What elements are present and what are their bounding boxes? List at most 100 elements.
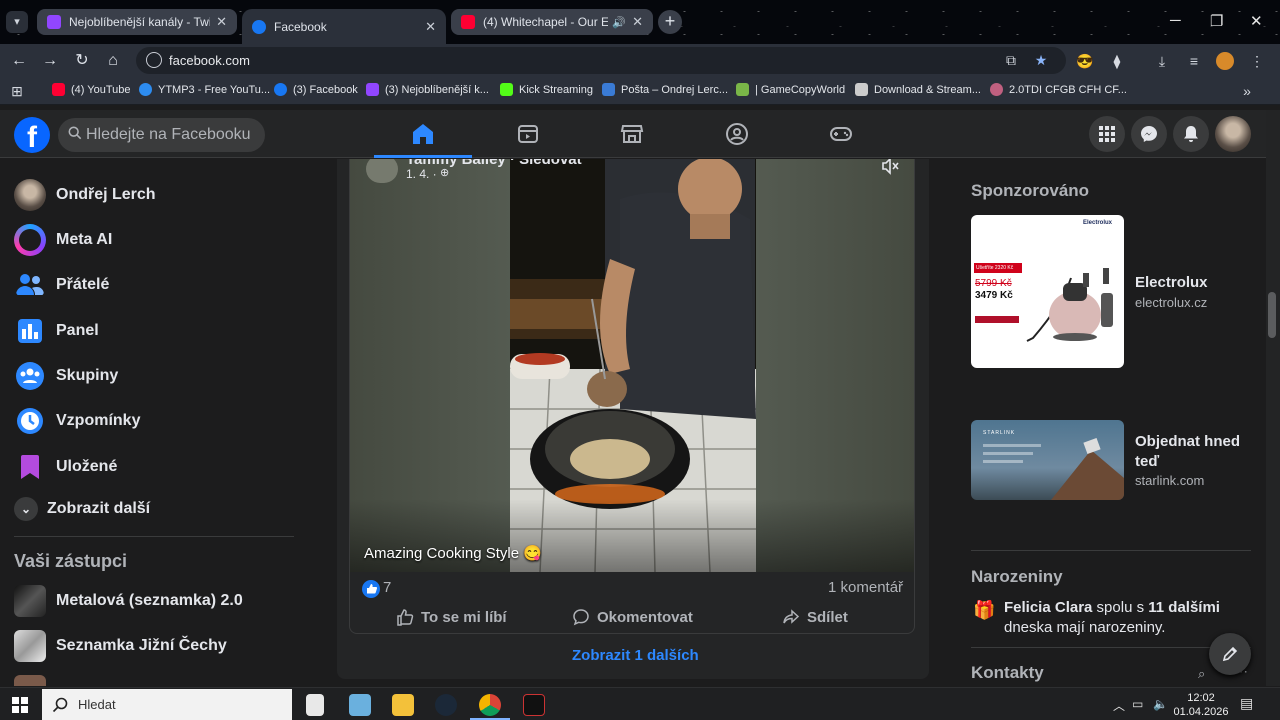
sidebar-item-meta-ai[interactable]: Meta AI: [14, 222, 112, 258]
file-explorer-icon[interactable]: [392, 694, 414, 716]
facebook-search[interactable]: [58, 118, 265, 152]
new-tab-button[interactable]: +: [658, 10, 682, 34]
account-avatar[interactable]: [1215, 116, 1251, 152]
close-icon[interactable]: ✕: [425, 19, 436, 35]
birthday-others[interactable]: 11 dalšími: [1148, 599, 1220, 616]
download-icon[interactable]: ⤓: [1153, 52, 1171, 70]
ad-title[interactable]: Objednat hned teď: [1135, 432, 1255, 472]
file-icon[interactable]: [306, 694, 324, 716]
close-icon[interactable]: ✕: [632, 14, 643, 30]
birthday-person[interactable]: Felicia Clara: [1004, 599, 1092, 616]
ad-url[interactable]: starlink.com: [1135, 473, 1204, 488]
profile-icon[interactable]: [1216, 52, 1234, 70]
bookmark-gamecopyworld[interactable]: | GameCopyWorld: [736, 83, 845, 96]
new-message-button[interactable]: [1209, 633, 1251, 675]
back-icon[interactable]: ←: [8, 50, 30, 72]
tab-facebook[interactable]: Facebook ✕: [242, 9, 446, 44]
search-icon[interactable]: ⌕: [1198, 666, 1205, 682]
chrome-icon[interactable]: [479, 694, 501, 716]
tab-twitch[interactable]: Nejoblíbenější kanály - Twitch ✕: [37, 9, 237, 35]
bookmark-download[interactable]: Download & Stream...: [855, 83, 981, 96]
mute-icon[interactable]: [880, 159, 900, 176]
windows-start-icon[interactable]: [12, 697, 28, 713]
bookmark-kick[interactable]: Kick Streaming: [500, 83, 593, 96]
extension-emoji-icon[interactable]: 😎: [1076, 52, 1094, 70]
chevron-right-icon[interactable]: »: [1238, 82, 1256, 100]
author-avatar[interactable]: [366, 159, 398, 183]
menu-icon[interactable]: ⋮: [1248, 52, 1266, 70]
media-control-icon[interactable]: ≡: [1185, 52, 1203, 70]
address-bar[interactable]: facebook.com ⧉ ★: [136, 47, 1066, 74]
sidebar-item-saved[interactable]: Uložené: [14, 449, 117, 485]
image-viewer-icon[interactable]: [349, 694, 371, 716]
sidebar-item-friends[interactable]: Přátelé: [14, 267, 109, 303]
apps-grid-icon[interactable]: ⊞: [8, 82, 26, 100]
install-app-icon[interactable]: ⧉: [1002, 51, 1020, 69]
like-button[interactable]: To se mi líbí: [396, 604, 507, 630]
ad-url[interactable]: electrolux.cz: [1135, 295, 1207, 310]
taskbar-search-input[interactable]: [78, 689, 278, 720]
home-icon[interactable]: ⌂: [102, 50, 124, 72]
shortcut-partial[interactable]: [14, 673, 56, 686]
shortcut-seznamka[interactable]: Seznamka Jižní Čechy: [14, 628, 227, 664]
url-text[interactable]: facebook.com: [169, 53, 250, 68]
window-close-icon[interactable]: ✕: [1250, 12, 1263, 30]
clock[interactable]: 12:02 01.04.2026: [1168, 691, 1234, 719]
post-timestamp[interactable]: 1. 4. ·: [406, 167, 437, 181]
page-scrollbar[interactable]: [1266, 110, 1280, 686]
nav-gaming[interactable]: [829, 122, 853, 146]
sidebar-item-panel[interactable]: Panel: [14, 313, 99, 349]
adobe-acrobat-icon[interactable]: [523, 694, 545, 716]
comment-button[interactable]: Okomentovat: [572, 604, 693, 630]
extensions-icon[interactable]: ⧫: [1108, 52, 1126, 70]
speaker-icon[interactable]: 🔊: [612, 16, 626, 29]
shortcut-metalova[interactable]: Metalová (seznamka) 2.0: [14, 583, 243, 619]
bookmark-twitch[interactable]: (3) Nejoblíbenější k...: [366, 83, 489, 96]
close-icon[interactable]: ✕: [216, 14, 227, 30]
volume-icon[interactable]: 🔈: [1153, 697, 1168, 711]
bookmark-tdi[interactable]: 2.0TDI CFGB CFH CF...: [990, 83, 1127, 96]
divider: [14, 536, 294, 537]
taskbar-search[interactable]: [42, 689, 292, 720]
sidebar-item-groups[interactable]: Skupiny: [14, 358, 118, 394]
sidebar-show-more[interactable]: ⌄ Zobrazit další: [14, 491, 150, 527]
nav-home[interactable]: [411, 122, 435, 146]
share-button[interactable]: Sdílet: [782, 604, 848, 630]
bookmark-mail[interactable]: Pošta – Ondrej Lerc...: [602, 83, 728, 96]
show-more-comments-link[interactable]: Zobrazit 1 dalších: [572, 647, 699, 664]
nav-marketplace[interactable]: [620, 122, 644, 146]
messenger-button[interactable]: [1131, 116, 1167, 152]
notifications-button[interactable]: [1173, 116, 1209, 152]
reload-icon[interactable]: ↻: [71, 50, 93, 72]
bookmark-ytmp3[interactable]: YTMP3 - Free YouTu...: [139, 83, 270, 96]
steam-icon[interactable]: [435, 694, 457, 716]
forward-icon[interactable]: →: [39, 50, 61, 72]
comment-count[interactable]: 1 komentář: [828, 579, 903, 596]
sidebar-item-profile[interactable]: Ondřej Lerch: [14, 177, 156, 213]
bookmark-label: (3) Facebook: [293, 83, 358, 96]
network-icon[interactable]: ▭: [1132, 697, 1143, 711]
sidebar-item-memories[interactable]: Vzpomínky: [14, 403, 140, 439]
tab-youtube[interactable]: (4) Whitechapel - Our Endle 🔊 ✕: [451, 9, 653, 35]
birthday-text[interactable]: Felicia Clara spolu s 11 dalšími dneska …: [1004, 598, 1244, 638]
site-info-icon[interactable]: [146, 52, 162, 68]
tray-chevron-icon[interactable]: ︿: [1113, 697, 1125, 714]
minimize-icon[interactable]: ─: [1170, 12, 1181, 29]
scrollbar-thumb[interactable]: [1268, 292, 1276, 338]
bookmark-facebook[interactable]: (3) Facebook: [274, 83, 358, 96]
bookmark-youtube[interactable]: (4) YouTube: [52, 83, 131, 96]
bookmark-star-icon[interactable]: ★: [1032, 51, 1050, 69]
nav-groups[interactable]: [725, 122, 749, 146]
ad-electrolux[interactable]: Electrolux Ušetříte 2320 Kč 5799 Kč 3479…: [971, 215, 1251, 369]
menu-grid-button[interactable]: [1089, 116, 1125, 152]
search-input[interactable]: [86, 118, 262, 152]
notification-center-icon[interactable]: ▤: [1240, 695, 1253, 712]
facebook-logo[interactable]: f: [14, 117, 50, 154]
post-video[interactable]: Tammy Bailey · Sledovat 1. 4. · ⊕ Amazin…: [350, 159, 914, 572]
tab-search-button[interactable]: ▾: [6, 11, 28, 33]
reaction-count[interactable]: 7: [383, 579, 391, 596]
ad-starlink[interactable]: STARLINK Objednat hned teď starlink.com: [971, 420, 1251, 500]
ad-title[interactable]: Electrolux: [1135, 274, 1208, 291]
restore-icon[interactable]: ❐: [1210, 12, 1223, 30]
nav-video[interactable]: [516, 122, 540, 146]
